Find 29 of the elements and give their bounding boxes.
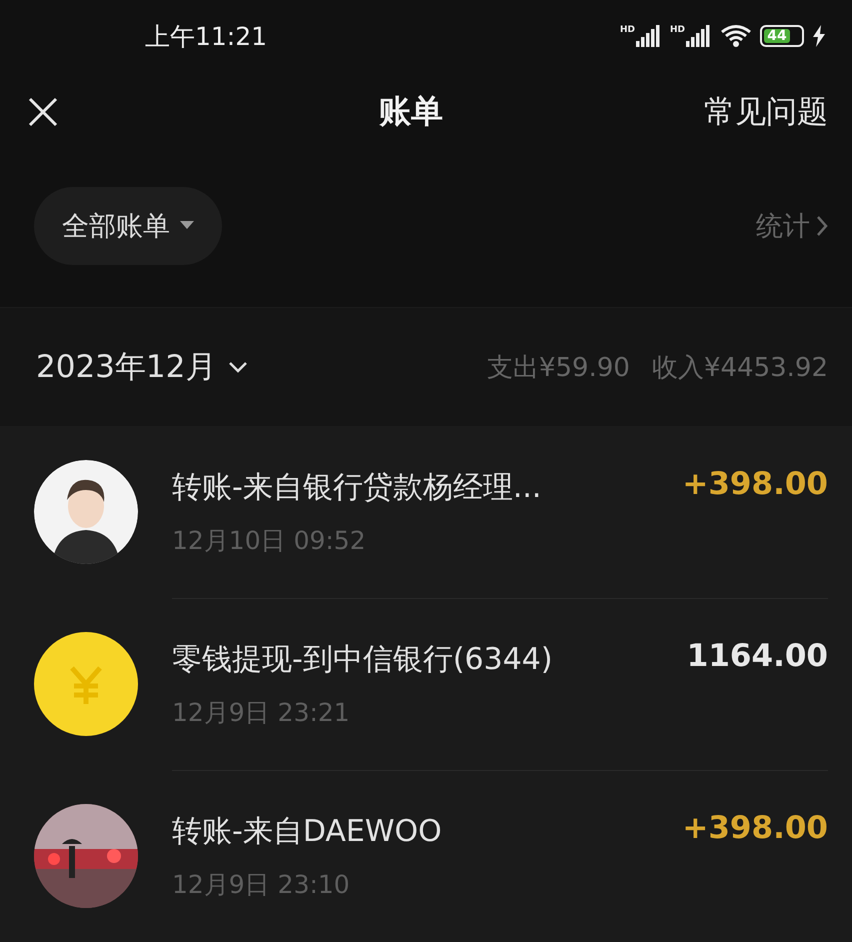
signal-icon — [636, 25, 662, 47]
signal-icon — [686, 25, 712, 47]
faq-link[interactable]: 常见问题 — [704, 91, 828, 133]
transaction-time: 12月9日 23:21 — [172, 696, 351, 728]
wifi-icon — [720, 24, 752, 48]
transaction-title[interactable]: 转账-来自银行贷款杨经理... — [172, 466, 542, 508]
transaction-amount: +398.00 — [682, 810, 828, 846]
battery-icon: 44 — [760, 25, 804, 47]
chevron-right-icon — [816, 214, 828, 236]
expense-total: 支出¥59.90 — [486, 352, 630, 384]
month-selector[interactable]: 2023年12月 — [36, 346, 248, 388]
transaction-title[interactable]: 转账-来自DAEWOO — [172, 810, 442, 852]
transaction-amount: +398.00 — [682, 466, 828, 502]
chevron-down-icon — [228, 361, 248, 373]
status-time: 上午11:21 — [145, 20, 268, 52]
income-total: 收入¥4453.92 — [652, 352, 828, 384]
charging-icon — [812, 25, 826, 47]
transaction-amount: 1164.00 — [686, 638, 828, 674]
bill-filter-dropdown[interactable]: 全部账单 — [34, 186, 222, 264]
close-icon[interactable] — [28, 97, 58, 127]
page-title: 账单 — [379, 91, 443, 132]
coin-icon — [34, 632, 138, 736]
avatar-icon — [34, 460, 138, 564]
caret-icon — [180, 221, 194, 230]
network-type: HD — [620, 25, 635, 35]
network-type: HD — [670, 25, 685, 35]
transaction-time: 12月9日 23:10 — [172, 868, 351, 900]
transaction-time: 12月10日 09:52 — [172, 524, 367, 556]
transaction-title[interactable]: 零钱提现-到中信银行(6344) — [172, 638, 553, 680]
